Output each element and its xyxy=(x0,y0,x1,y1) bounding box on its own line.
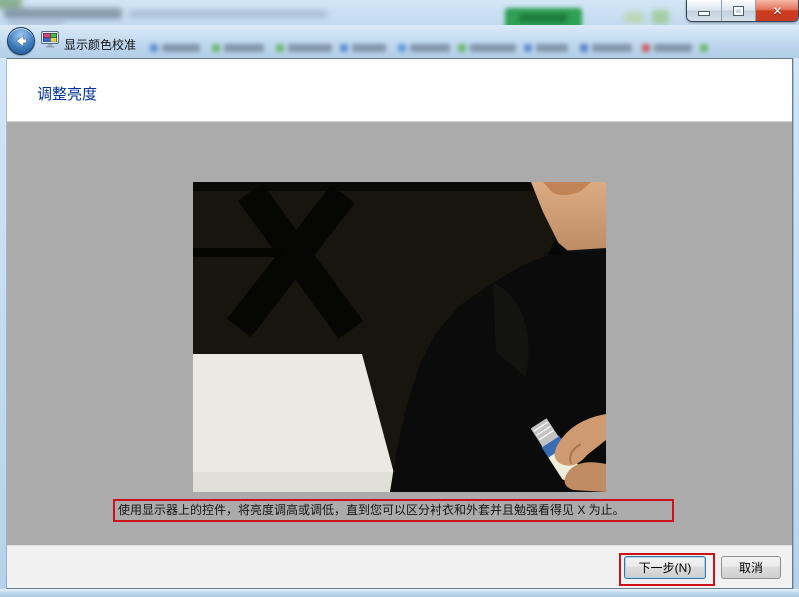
background-browser-tab-blur xyxy=(128,10,328,18)
page-title: 调整亮度 xyxy=(37,83,97,104)
background-browser-tab-blur xyxy=(4,8,122,19)
cancel-button[interactable]: 取消 xyxy=(721,556,781,579)
background-browser-topbar xyxy=(0,0,799,25)
screen: ✕ xyxy=(0,0,799,597)
window-border-right xyxy=(793,58,799,589)
window-border-left xyxy=(0,58,7,589)
window-title: 显示颜色校准 xyxy=(64,36,136,53)
background-bookmark-blur xyxy=(340,43,386,53)
background-bookmark-blur xyxy=(700,43,708,53)
background-bookmark-blur xyxy=(150,43,200,53)
maximize-button[interactable] xyxy=(721,0,755,21)
background-bookmark-blur xyxy=(212,43,264,53)
background-bookmark-blur xyxy=(642,43,692,53)
window-border-bottom xyxy=(0,589,799,597)
brightness-sample-photo xyxy=(193,182,606,492)
close-button[interactable]: ✕ xyxy=(755,0,799,21)
background-bookmark-blur xyxy=(398,43,450,53)
background-blur-decoration xyxy=(652,10,669,24)
back-button[interactable] xyxy=(7,27,35,55)
next-button[interactable]: 下一步(N) xyxy=(624,556,706,579)
back-arrow-icon xyxy=(12,32,30,50)
background-bookmark-blur xyxy=(580,43,632,53)
minimize-icon xyxy=(698,11,710,16)
maximize-icon xyxy=(733,6,744,16)
background-bookmark-blur xyxy=(524,43,568,53)
page-header: 调整亮度 xyxy=(7,59,792,122)
background-blur-decoration xyxy=(624,12,644,23)
background-blur-decoration xyxy=(519,14,567,22)
close-icon: ✕ xyxy=(772,5,782,17)
background-bookmark-blur xyxy=(276,43,332,53)
background-bookmark-blur xyxy=(458,43,516,53)
window-controls: ✕ xyxy=(686,0,799,22)
minimize-button[interactable] xyxy=(687,0,721,21)
display-color-calibration-icon xyxy=(41,31,59,48)
instruction-text: 使用显示器上的控件，将亮度调高或调低，直到您可以区分衬衣和外套并且勉强看得见 X… xyxy=(113,499,674,522)
wizard-client-area: 调整亮度 xyxy=(6,58,793,589)
